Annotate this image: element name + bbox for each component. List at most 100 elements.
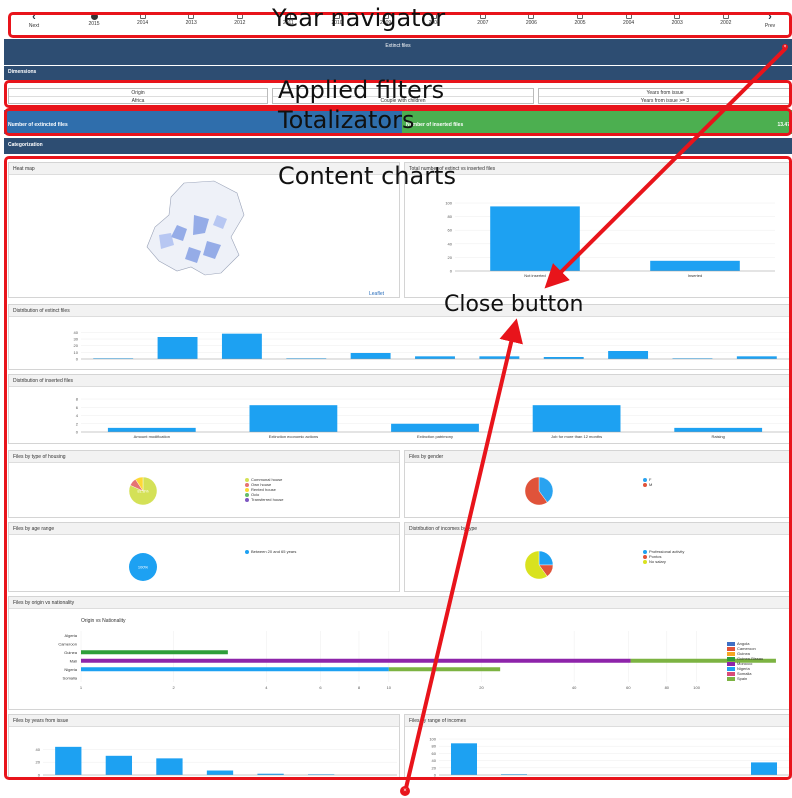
housing-panel: Files by type of housing 81.8% Communal …: [8, 450, 400, 518]
y-tick-label: 40: [448, 241, 453, 246]
filter-value: Africa: [131, 98, 145, 104]
legend-item[interactable]: Transferred house: [245, 497, 284, 502]
distribution-inserted-panel: Distribution of inserted files 0 2 4 6 8 Amou…: [8, 374, 792, 444]
age-legend: Between 20 and 65 years: [245, 549, 296, 554]
age-pie: 100%: [129, 553, 157, 581]
x-tick-label: 6: [319, 685, 322, 690]
housing-pie: 81.8%: [128, 476, 158, 506]
chevron-left-icon: ‹: [32, 11, 36, 23]
bar: [608, 351, 649, 359]
total-extinct-vs-inserted-panel: Total number of extinct vs inserted file…: [404, 162, 792, 298]
bar: [415, 356, 455, 359]
legend-item[interactable]: No salary: [643, 559, 684, 564]
categorization-title: Categorization: [8, 142, 43, 148]
year-item-2012[interactable]: 2012: [220, 12, 260, 26]
range-incomes-panel: Files by range of incomes 0 20 40 60 80 100: [404, 714, 792, 778]
bottom-close-icon[interactable]: ×: [400, 786, 410, 796]
y-tick-label: 40: [74, 330, 79, 335]
year-item-2007[interactable]: 2007: [463, 12, 503, 26]
heatmap-map[interactable]: Leaflet: [9, 175, 401, 299]
x-tick-label: 4: [265, 685, 268, 690]
year-item-2004[interactable]: 2004: [609, 12, 649, 26]
year-item-2014[interactable]: 2014: [123, 12, 163, 26]
pie-center-label: 100%: [138, 565, 149, 570]
legend-swatch: [727, 651, 735, 656]
range-incomes-chart: 0 20 40 60 80 100: [429, 737, 789, 778]
year-item-2003[interactable]: 2003: [657, 12, 697, 26]
y-tick-label: 80: [432, 744, 437, 749]
dashboard-screenshot: ‹ Next 2015 2014 2013 2012 2011 2010 2009 2008 2…: [0, 0, 792, 798]
x-tick-label: 8: [358, 685, 361, 690]
filter-years-from-issue[interactable]: Years from issue Years from issue >= 3: [538, 88, 792, 104]
y-tick-label: 0: [76, 357, 79, 362]
year-item-2015[interactable]: 2015: [74, 12, 114, 27]
panel-title: Files by type of housing: [9, 451, 399, 463]
calendar-icon: [188, 13, 195, 19]
y-tick-label: 30: [74, 337, 79, 342]
year-item-2002[interactable]: 2002: [706, 12, 746, 26]
filter-origin[interactable]: Origin Africa: [8, 88, 268, 104]
prev-button[interactable]: › Prev: [750, 12, 790, 30]
panel-title: Files by origin vs nationality: [9, 597, 791, 609]
annotation-year-navigator: Year navigator: [272, 4, 446, 32]
distribution-extinct-panel: Distribution of extinct files 0 10 20 30 40: [8, 304, 792, 370]
legend-label: Transferred house: [251, 497, 284, 502]
y-tick-label: 100: [429, 737, 436, 742]
calendar-icon: [528, 13, 535, 19]
bar: [206, 770, 234, 775]
bar: [736, 356, 777, 359]
calendar-icon: [674, 13, 681, 19]
legend-swatch: [727, 661, 735, 666]
panel-title: Distribution of extinct files: [9, 305, 791, 317]
bar: [391, 423, 479, 432]
bar: [451, 743, 477, 775]
y-tick-label: Cameroon: [58, 641, 77, 646]
current-year-icon: [90, 13, 98, 20]
year-label: 2013: [185, 20, 197, 26]
legend-label: Between 20 and 65 years: [251, 549, 297, 554]
x-tick-label: 80: [665, 685, 670, 690]
x-tick-label: 20: [479, 685, 484, 690]
y-tick-label: Somalia: [63, 675, 78, 680]
origin-nationality-panel: Files by origin vs nationality Origin vs…: [8, 596, 792, 710]
legend-swatch: [727, 676, 735, 681]
bar: [107, 427, 196, 432]
leaflet-attribution[interactable]: Leaflet: [369, 291, 385, 297]
bar: [751, 762, 777, 775]
legend-item[interactable]: M: [643, 482, 652, 487]
x-tick-label: Amount modification: [134, 434, 170, 439]
y-tick-label: 40: [432, 758, 437, 763]
annotation-applied-filters: Applied filters: [278, 76, 445, 104]
year-item-2006[interactable]: 2006: [511, 12, 551, 26]
bar: [221, 333, 262, 359]
bar: [479, 356, 520, 359]
legend-swatch: [245, 497, 249, 502]
pie-slice: [538, 550, 554, 566]
bar-segment: [81, 667, 389, 672]
year-label: 2003: [671, 20, 683, 26]
bar: [105, 755, 133, 775]
close-icon[interactable]: ×: [782, 44, 788, 50]
y-tick-label: 8: [76, 397, 79, 402]
legend-swatch: [727, 666, 735, 671]
y-tick-label: 0: [434, 773, 437, 778]
y-tick-label: 20: [432, 765, 437, 770]
legend-swatch: [643, 559, 647, 564]
calendar-icon: [722, 13, 729, 19]
calendar-icon: [236, 13, 243, 19]
next-button[interactable]: ‹ Next: [14, 11, 54, 30]
y-tick-label: 0: [76, 430, 79, 435]
x-tick-label: 1: [80, 685, 83, 690]
legend-item[interactable]: Spain: [727, 676, 763, 681]
bar-segment: [388, 667, 501, 672]
year-item-2013[interactable]: 2013: [171, 12, 211, 26]
bar: [650, 260, 740, 271]
year-item-2005[interactable]: 2005: [560, 12, 600, 26]
gender-pie: [524, 476, 554, 506]
bar: [156, 758, 183, 775]
legend-swatch: [643, 554, 647, 559]
legend-item[interactable]: Between 20 and 65 years: [245, 549, 296, 554]
panel-title: Files by range of incomes: [405, 715, 791, 727]
x-tick-label: Inserted: [688, 273, 702, 278]
chart-title: Origin vs Nationality: [81, 618, 126, 624]
